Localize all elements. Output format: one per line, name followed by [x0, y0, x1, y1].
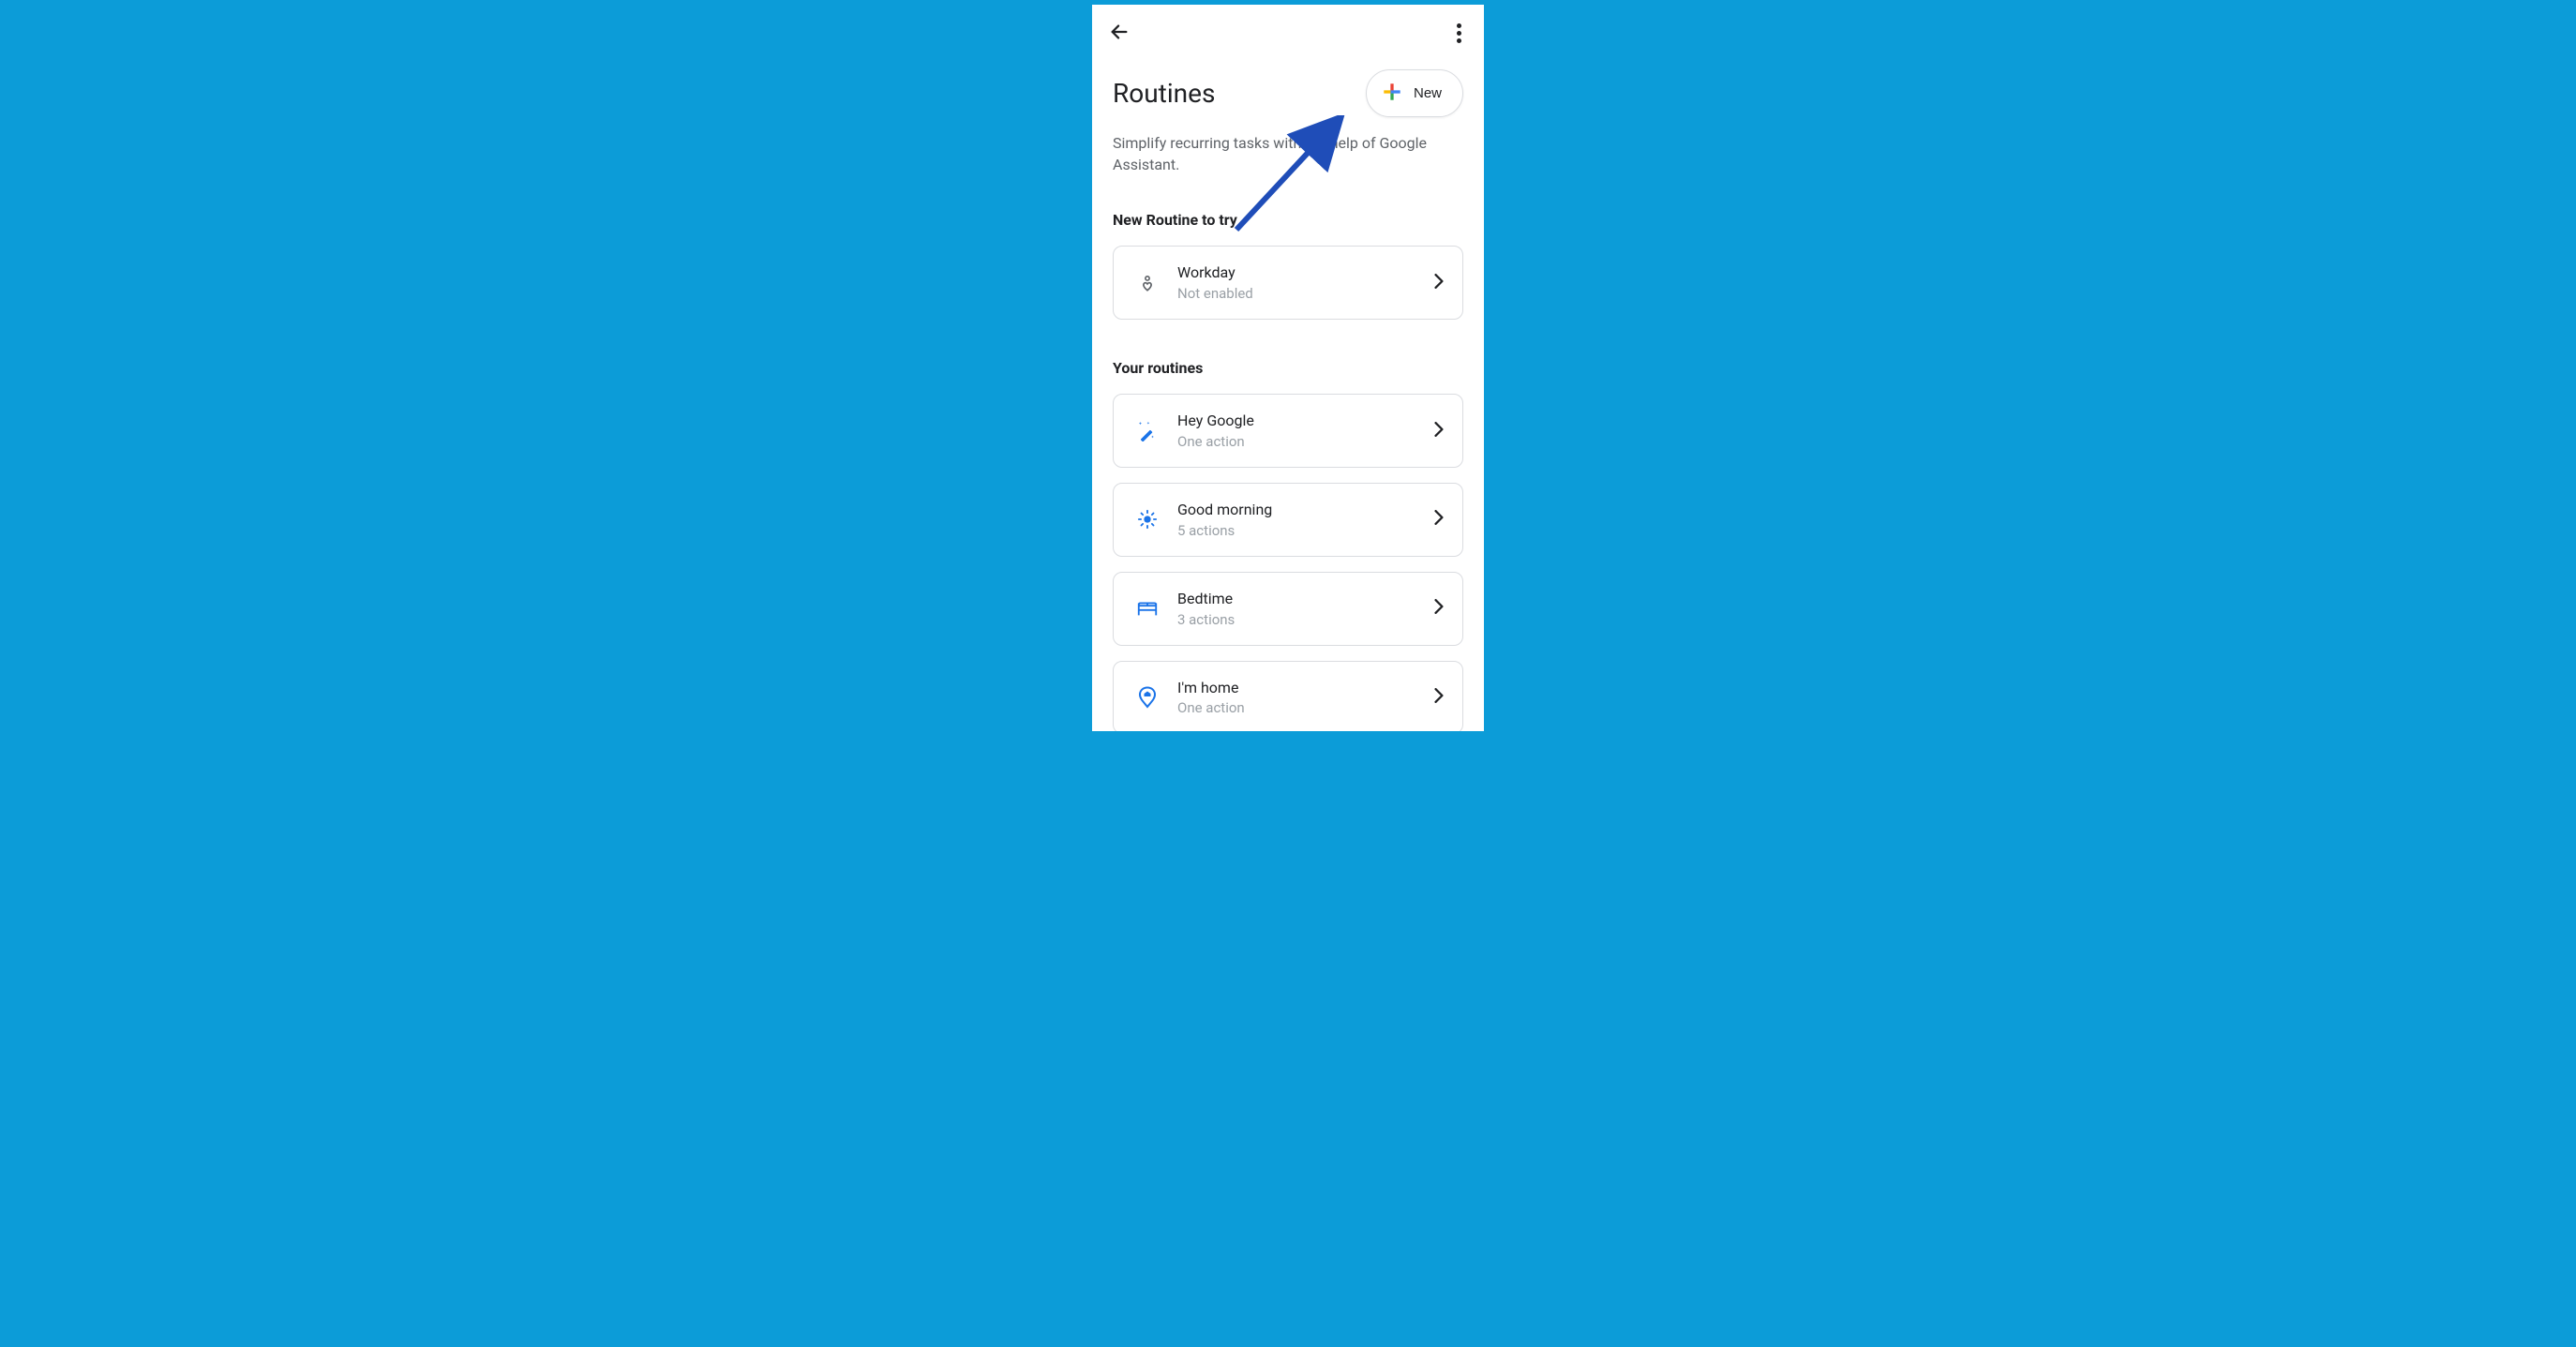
section-title-yours: Your routines: [1092, 359, 1484, 377]
home-pin-icon: [1131, 686, 1164, 709]
routine-card-bedtime[interactable]: Bedtime 3 actions: [1113, 572, 1463, 646]
card-body: Good morning 5 actions: [1164, 501, 1434, 539]
wand-icon: [1131, 421, 1164, 442]
card-title: Good morning: [1177, 501, 1434, 520]
back-icon[interactable]: [1109, 22, 1130, 46]
card-subtitle: 3 actions: [1177, 611, 1434, 628]
sun-icon: [1131, 509, 1164, 530]
page-title: Routines: [1113, 78, 1215, 109]
card-title: Workday: [1177, 263, 1434, 283]
routine-card-im-home[interactable]: I'm home One action: [1113, 661, 1463, 731]
card-body: I'm home One action: [1164, 679, 1434, 717]
person-heart-icon: [1131, 273, 1164, 293]
top-bar: [1092, 5, 1484, 58]
section-title-try: New Routine to try: [1092, 211, 1484, 229]
routines-screen: Routines New Simplify recurring tasks wi…: [1092, 5, 1484, 731]
routine-card-workday[interactable]: Workday Not enabled: [1113, 246, 1463, 320]
card-body: Hey Google One action: [1164, 412, 1434, 450]
card-title: I'm home: [1177, 679, 1434, 698]
more-vert-icon[interactable]: [1453, 20, 1465, 47]
chevron-right-icon: [1434, 599, 1444, 618]
chevron-right-icon: [1434, 422, 1444, 441]
card-body: Workday Not enabled: [1164, 263, 1434, 302]
card-subtitle: One action: [1177, 699, 1434, 716]
card-title: Hey Google: [1177, 412, 1434, 431]
card-body: Bedtime 3 actions: [1164, 590, 1434, 628]
header-row: Routines New: [1092, 58, 1484, 132]
card-subtitle: One action: [1177, 433, 1434, 450]
chevron-right-icon: [1434, 274, 1444, 292]
card-title: Bedtime: [1177, 590, 1434, 609]
routine-card-hey-google[interactable]: Hey Google One action: [1113, 394, 1463, 468]
routine-card-good-morning[interactable]: Good morning 5 actions: [1113, 483, 1463, 557]
new-routine-button[interactable]: New: [1366, 69, 1463, 117]
page-description: Simplify recurring tasks with the help o…: [1092, 132, 1484, 175]
plus-icon: [1382, 82, 1402, 105]
chevron-right-icon: [1434, 510, 1444, 529]
chevron-right-icon: [1434, 688, 1444, 707]
bed-icon: [1131, 598, 1164, 619]
new-button-label: New: [1414, 85, 1442, 101]
card-subtitle: Not enabled: [1177, 285, 1434, 302]
card-subtitle: 5 actions: [1177, 522, 1434, 539]
